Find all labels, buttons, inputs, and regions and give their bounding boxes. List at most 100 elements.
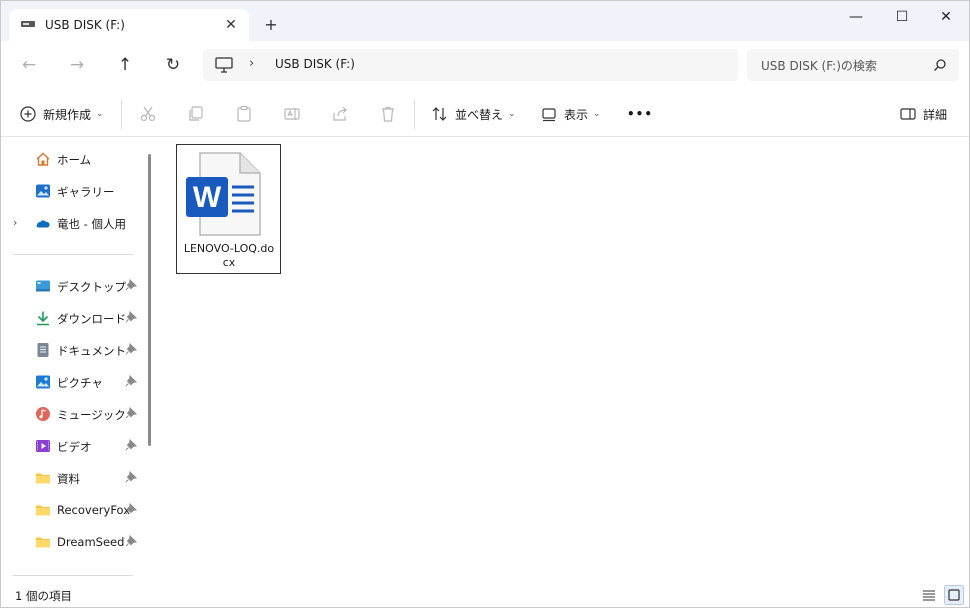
more-options-button[interactable]: •••	[627, 103, 653, 125]
sidebar-item-recoveryfox[interactable]: RecoveryFox	[1, 496, 143, 524]
sidebar-item-label: ビデオ	[57, 440, 92, 454]
svg-text:W: W	[193, 181, 222, 214]
computer-icon	[215, 57, 233, 73]
copy-button[interactable]	[187, 103, 205, 125]
picture-icon	[36, 375, 50, 389]
status-bar: 1 個の項目	[1, 583, 969, 607]
clipboard-icon	[237, 105, 251, 122]
details-view-icon[interactable]	[919, 585, 939, 605]
scissors-icon	[140, 106, 156, 122]
file-list-pane[interactable]: W LENOVO-LOQ.docx	[159, 138, 969, 583]
share-button[interactable]	[331, 103, 349, 125]
pin-icon[interactable]	[125, 407, 137, 419]
file-item[interactable]: W LENOVO-LOQ.docx	[176, 144, 281, 274]
sidebar-item-pictures[interactable]: ピクチャ	[1, 368, 143, 396]
folder-icon	[36, 473, 50, 484]
sidebar-scrollbar[interactable]	[148, 154, 151, 446]
sidebar-item-label: ギャラリー	[57, 185, 115, 199]
gallery-icon	[36, 184, 50, 198]
pin-icon[interactable]	[125, 471, 137, 483]
chevron-down-icon: ⌄	[593, 109, 601, 119]
video-icon	[36, 440, 50, 452]
sidebar-item-label: ドキュメント	[57, 344, 126, 358]
sidebar-item-label: ピクチャ	[57, 376, 103, 390]
sidebar-item-label: ミュージック	[57, 408, 126, 422]
breadcrumb-usb-disk[interactable]: USB DISK (F:)	[275, 57, 355, 71]
minimize-button[interactable]: —	[833, 1, 879, 33]
file-name: LENOVO-LOQ.docx	[183, 242, 275, 269]
sidebar-item-shiryo[interactable]: 資料	[1, 464, 143, 492]
toolbar-divider	[414, 99, 415, 129]
file-explorer-window: USB DISK (F:) ✕ + — ☐ ✕ ← → ↑ ↻ › USB DI…	[0, 0, 970, 608]
sidebar-item-music[interactable]: ミュージック	[1, 400, 143, 428]
sidebar-item-dreamseed[interactable]: DreamSeed	[1, 528, 143, 556]
folder-icon	[36, 537, 50, 548]
sidebar-item-label: 竜也 - 個人用	[57, 217, 126, 231]
chevron-down-icon: ⌄	[96, 109, 104, 119]
sidebar-item-label: デスクトップ	[57, 280, 126, 294]
new-tab-button[interactable]: +	[261, 15, 281, 35]
rename-button[interactable]	[283, 103, 301, 125]
new-button-label: 新規作成	[43, 107, 92, 122]
desktop-icon	[36, 280, 50, 292]
pin-icon[interactable]	[125, 343, 137, 355]
search-input[interactable]: USB DISK (F:)の検索	[761, 57, 877, 74]
tab-close-button[interactable]: ✕	[221, 15, 241, 35]
pin-icon[interactable]	[125, 535, 137, 547]
sidebar-item-gallery[interactable]: ギャラリー	[1, 177, 143, 205]
sort-button[interactable]: 並べ替え ⌄	[431, 103, 516, 125]
plus-circle-icon	[20, 106, 36, 122]
large-icons-view-icon[interactable]	[944, 585, 964, 605]
folder-icon	[36, 505, 50, 516]
tab-usb-disk[interactable]: USB DISK (F:) ✕	[9, 9, 249, 41]
search-box[interactable]: USB DISK (F:)の検索	[747, 49, 959, 81]
delete-button[interactable]	[379, 103, 397, 125]
up-button[interactable]: ↑	[113, 53, 137, 77]
address-bar[interactable]: › USB DISK (F:)	[203, 49, 738, 81]
pin-icon[interactable]	[125, 375, 137, 387]
paste-button[interactable]	[235, 103, 253, 125]
sidebar-divider	[13, 575, 133, 576]
sort-button-label: 並べ替え	[455, 107, 504, 122]
pin-icon[interactable]	[125, 503, 137, 515]
details-button-label: 詳細	[923, 107, 948, 122]
sidebar-item-label: RecoveryFox	[57, 503, 131, 517]
sidebar-item-documents[interactable]: ドキュメント	[1, 336, 143, 364]
sidebar-item-label: ダウンロード	[57, 312, 126, 326]
details-button[interactable]: 詳細	[899, 103, 947, 125]
sidebar-item-videos[interactable]: ビデオ	[1, 432, 143, 460]
music-icon	[36, 407, 50, 421]
home-icon	[36, 152, 50, 166]
view-button-label: 表示	[564, 107, 589, 122]
new-button[interactable]: 新規作成 ⌄	[19, 103, 104, 125]
forward-button[interactable]: →	[65, 53, 89, 77]
title-bar: USB DISK (F:) ✕ + — ☐ ✕	[1, 1, 969, 41]
address-row: ← → ↑ ↻ › USB DISK (F:) USB DISK (F:)の検索	[1, 41, 969, 89]
toolbar-divider	[121, 99, 122, 129]
share-icon	[333, 106, 347, 121]
maximize-button[interactable]: ☐	[879, 1, 925, 33]
pin-icon[interactable]	[125, 439, 137, 451]
breadcrumb-separator[interactable]: ›	[249, 56, 254, 71]
back-button[interactable]: ←	[17, 53, 41, 77]
document-icon	[37, 343, 49, 357]
sidebar-divider	[13, 254, 133, 255]
close-window-button[interactable]: ✕	[923, 1, 969, 33]
navigation-pane: ホーム ギャラリー › 竜也 - 個人用 デスクトップ ダウンロード ドキュメン…	[1, 138, 159, 583]
expand-chevron-icon[interactable]: ›	[13, 216, 17, 229]
chevron-down-icon: ⌄	[508, 109, 516, 119]
details-pane-icon	[900, 108, 916, 120]
refresh-button[interactable]: ↻	[161, 53, 185, 77]
sidebar-item-label: ホーム	[57, 153, 92, 167]
sidebar-item-downloads[interactable]: ダウンロード	[1, 304, 143, 332]
pin-icon[interactable]	[125, 311, 137, 323]
cut-button[interactable]	[139, 103, 157, 125]
view-button[interactable]: 表示 ⌄	[540, 103, 601, 125]
download-icon	[37, 311, 49, 326]
copy-icon	[189, 106, 203, 121]
sidebar-item-desktop[interactable]: デスクトップ	[1, 272, 143, 300]
sidebar-item-onedrive[interactable]: › 竜也 - 個人用	[1, 209, 143, 237]
pin-icon[interactable]	[125, 279, 137, 291]
sidebar-item-home[interactable]: ホーム	[1, 145, 143, 173]
sort-icon	[432, 107, 447, 121]
